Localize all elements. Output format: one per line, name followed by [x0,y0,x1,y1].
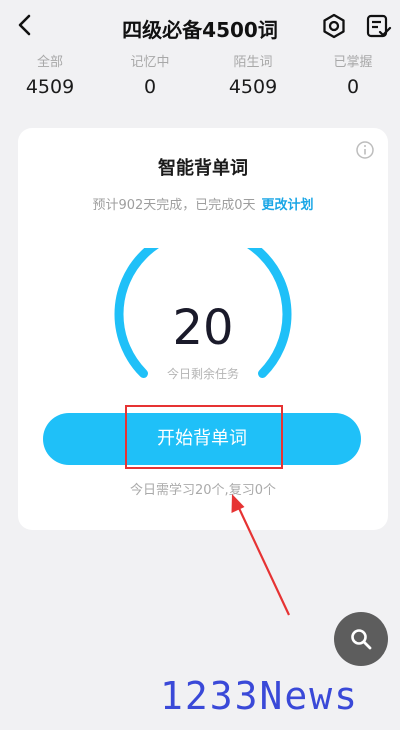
plan-text: 预计902天完成，已完成0天 [92,198,256,213]
stat-unfamiliar[interactable]: 陌生词 4509 [203,54,303,100]
stat-label: 记忆中 [130,55,170,70]
today-task-summary: 今日需学习20个,复习0个 [130,483,276,498]
gear-icon[interactable] [320,12,348,40]
search-icon [351,629,372,650]
stat-memorizing[interactable]: 记忆中 0 [100,54,200,100]
site-watermark: 1233News [160,674,360,718]
word-stats: 全部 4509 记忆中 0 陌生词 4509 已掌握 0 [0,54,400,104]
remaining-count: 20 [172,300,234,356]
header-bar: 四级必备4500词 [0,0,400,52]
card-title: 智能背单词 [158,158,248,179]
stat-label: 陌生词 [233,55,273,70]
stat-value: 0 [346,76,360,98]
stat-value: 4509 [25,76,75,98]
stat-mastered[interactable]: 已掌握 0 [303,54,400,100]
study-card: 智能背单词 预计902天完成，已完成0天 更改计划 20 今日剩余任务 开始背单词… [18,128,388,530]
search-button[interactable] [334,612,388,666]
stat-value: 4509 [228,76,278,98]
stat-label: 已掌握 [333,55,373,70]
stat-label: 全部 [36,55,63,70]
stat-value: 0 [143,76,157,98]
list-edit-icon[interactable] [364,12,392,40]
stat-all[interactable]: 全部 4509 [0,54,100,100]
remaining-label: 今日剩余任务 [166,367,239,381]
plan-summary: 预计902天完成，已完成0天 更改计划 [18,194,388,213]
annotation-highlight-box [125,405,283,469]
change-plan-link[interactable]: 更改计划 [262,198,314,213]
